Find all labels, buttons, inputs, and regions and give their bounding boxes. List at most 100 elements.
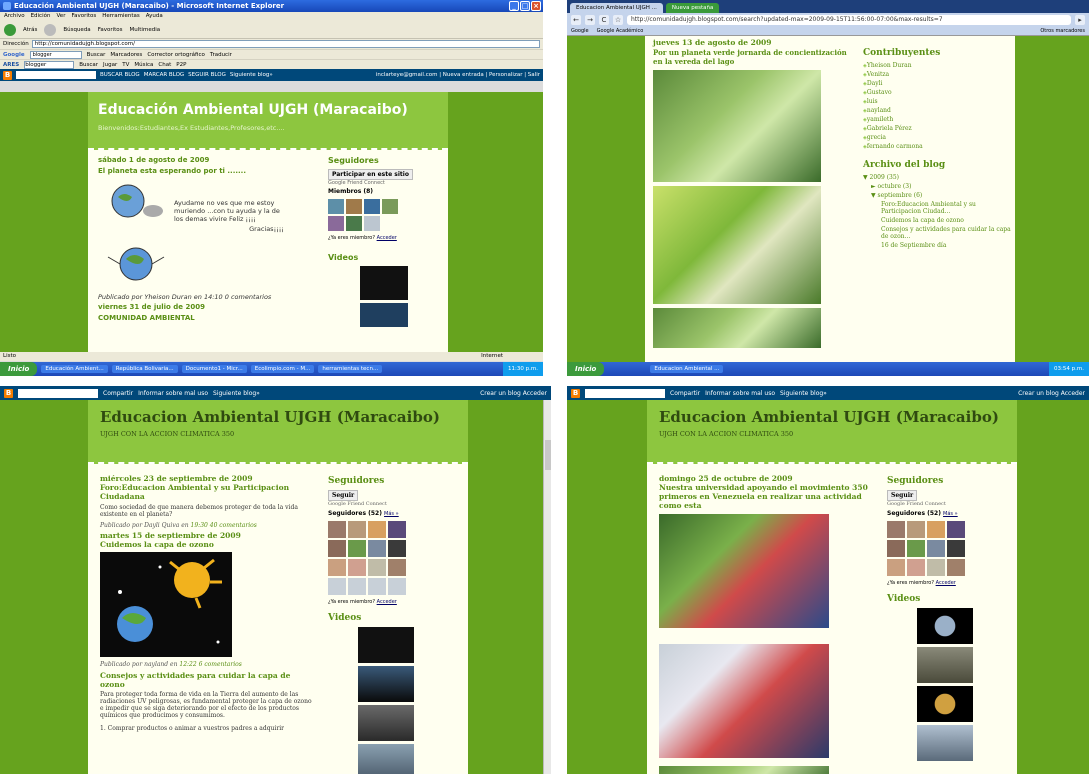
avatar[interactable] <box>368 559 386 576</box>
archive-post[interactable]: Cuidemos la capa de ozono <box>863 217 1013 224</box>
login-link[interactable]: Acceder <box>377 235 397 241</box>
video-thumbnail[interactable] <box>358 627 414 663</box>
contributor-link[interactable]: yamileth <box>863 116 1013 123</box>
blogger-search-input[interactable] <box>18 388 98 398</box>
avatar[interactable] <box>947 559 965 576</box>
video-thumbnail[interactable] <box>358 666 414 702</box>
more-link[interactable]: Más » <box>943 511 958 517</box>
post-title[interactable]: Foro:Educacion Ambiental y su Participac… <box>100 483 315 501</box>
login-link[interactable]: Acceder <box>936 580 956 586</box>
avatar[interactable] <box>368 540 386 557</box>
blogger-search-input[interactable] <box>16 71 96 79</box>
report-abuse-link[interactable]: Informar sobre mal uso <box>705 390 775 397</box>
post-meta[interactable]: Publicado por Yheison Duran en 14:10 0 c… <box>98 293 318 301</box>
avatar[interactable] <box>346 216 362 231</box>
create-blog-login[interactable]: Crear un blog Acceder <box>480 390 551 397</box>
login-link[interactable]: Acceder <box>377 599 397 605</box>
contributor-link[interactable]: Yheison Duran <box>863 62 1013 69</box>
menu-herramientas[interactable]: Herramientas <box>102 12 139 21</box>
comments-link[interactable]: 19:30 40 comentarios <box>191 522 257 529</box>
back-icon[interactable]: ← <box>571 15 581 25</box>
avatar[interactable] <box>388 559 406 576</box>
avatar[interactable] <box>364 216 380 231</box>
avatar[interactable] <box>364 199 380 214</box>
forward-icon[interactable]: → <box>585 15 595 25</box>
menu-ver[interactable]: Ver <box>56 12 65 21</box>
bookmark-google[interactable]: Google <box>571 28 589 34</box>
maximize-icon[interactable]: □ <box>520 1 530 11</box>
avatar[interactable] <box>907 540 925 557</box>
google-search-input[interactable]: blogger <box>29 50 82 59</box>
favorites-button[interactable]: Favoritos <box>98 27 123 33</box>
avatar[interactable] <box>348 521 366 538</box>
url-input[interactable]: http://comunidadujgh.blogspot.com/search… <box>627 15 1071 25</box>
ares-musica[interactable]: Música <box>134 62 153 68</box>
post-title[interactable]: Cuidemos la capa de ozono <box>100 540 315 549</box>
back-icon[interactable] <box>4 23 16 36</box>
follow-button[interactable]: Seguir <box>328 490 359 501</box>
contributor-link[interactable]: grecia <box>863 134 1013 141</box>
post2-title[interactable]: COMUNIDAD AMBIENTAL <box>98 314 318 322</box>
next-blog-link[interactable]: Siguiente blog» <box>213 390 260 397</box>
avatar[interactable] <box>328 540 346 557</box>
blog-title[interactable]: Educación Ambiental UJGH (Maracaibo) <box>98 102 438 118</box>
contributor-link[interactable]: Gabriela Pérez <box>863 125 1013 132</box>
avatar[interactable] <box>328 578 346 595</box>
ares-jugar[interactable]: Jugar <box>103 62 117 68</box>
join-site-button[interactable]: Participar en este sitio <box>328 169 413 180</box>
archive-month[interactable]: ▼ septiembre (6) <box>863 192 1013 199</box>
minimize-icon[interactable]: _ <box>509 1 519 11</box>
avatar[interactable] <box>328 216 344 231</box>
other-bookmarks[interactable]: Otros marcadores <box>1040 28 1089 34</box>
avatar[interactable] <box>927 540 945 557</box>
post-title[interactable]: Por un planeta verde jornarda de concien… <box>653 48 853 66</box>
share-link[interactable]: Compartir <box>103 390 133 397</box>
star-icon[interactable]: ☆ <box>613 15 623 25</box>
contributor-link[interactable]: Gustavo <box>863 89 1013 96</box>
avatar[interactable] <box>388 521 406 538</box>
comments-link[interactable]: 12:22 6 comentarios <box>179 661 241 668</box>
tab-new[interactable]: Nueva pestaña <box>665 3 720 13</box>
archive-month[interactable]: ► octubre (3) <box>863 183 1013 190</box>
address-input[interactable]: http://comunidadujgh.blogspot.com/ <box>31 40 540 48</box>
post-title[interactable]: Nuestra universidad apoyando el movimien… <box>659 483 869 510</box>
video-thumbnail[interactable] <box>360 303 408 327</box>
avatar[interactable] <box>328 199 344 214</box>
buscar-blog[interactable]: BUSCAR BLOG <box>100 72 140 78</box>
video-thumbnail[interactable] <box>917 686 973 722</box>
contributor-link[interactable]: luis <box>863 98 1013 105</box>
contributor-link[interactable]: fernando carmona <box>863 143 1013 150</box>
contributor-link[interactable]: Venitza <box>863 71 1013 78</box>
task-button[interactable]: Educación Ambient... <box>41 365 108 373</box>
post-title[interactable]: El planeta esta esperando por ti ....... <box>98 167 318 175</box>
follow-button[interactable]: Seguir <box>887 490 918 501</box>
more-link[interactable]: Más » <box>384 511 399 517</box>
archive-post[interactable]: 16 de Septiembre día <box>863 242 1013 249</box>
blog-title[interactable]: Educacion Ambiental UJGH (Maracaibo) <box>659 408 1005 426</box>
blog-title[interactable]: Educacion Ambiental UJGH (Maracaibo) <box>100 408 456 426</box>
video-thumbnail[interactable] <box>358 705 414 741</box>
avatar[interactable] <box>348 559 366 576</box>
ares-search[interactable]: blogger <box>24 60 75 69</box>
avatar[interactable] <box>907 521 925 538</box>
avatar[interactable] <box>328 559 346 576</box>
post-title[interactable]: Consejos y actividades para cuidar la ca… <box>100 671 315 689</box>
avatar[interactable] <box>887 521 905 538</box>
video-thumbnail[interactable] <box>360 266 408 300</box>
tab-blog[interactable]: Educacion Ambiental UJGH ... <box>570 3 663 13</box>
create-blog-login[interactable]: Crear un blog Acceder <box>1018 390 1089 397</box>
video-thumbnail[interactable] <box>358 744 414 774</box>
reload-icon[interactable]: C <box>599 15 609 25</box>
avatar[interactable] <box>947 521 965 538</box>
archive-post[interactable]: Consejos y actividades para cuidar la ca… <box>863 226 1013 240</box>
task-button[interactable]: Documento1 - Micr... <box>181 365 247 373</box>
menu-favoritos[interactable]: Favoritos <box>71 12 96 21</box>
start-button[interactable]: Inicio <box>567 362 605 376</box>
video-thumbnail[interactable] <box>917 725 973 761</box>
contributor-link[interactable]: Dayli <box>863 80 1013 87</box>
menu-edicion[interactable]: Edición <box>31 12 51 21</box>
avatar[interactable] <box>348 540 366 557</box>
avatar[interactable] <box>927 521 945 538</box>
ares-buscar[interactable]: Buscar <box>79 62 98 68</box>
menu-ayuda[interactable]: Ayuda <box>146 12 163 21</box>
